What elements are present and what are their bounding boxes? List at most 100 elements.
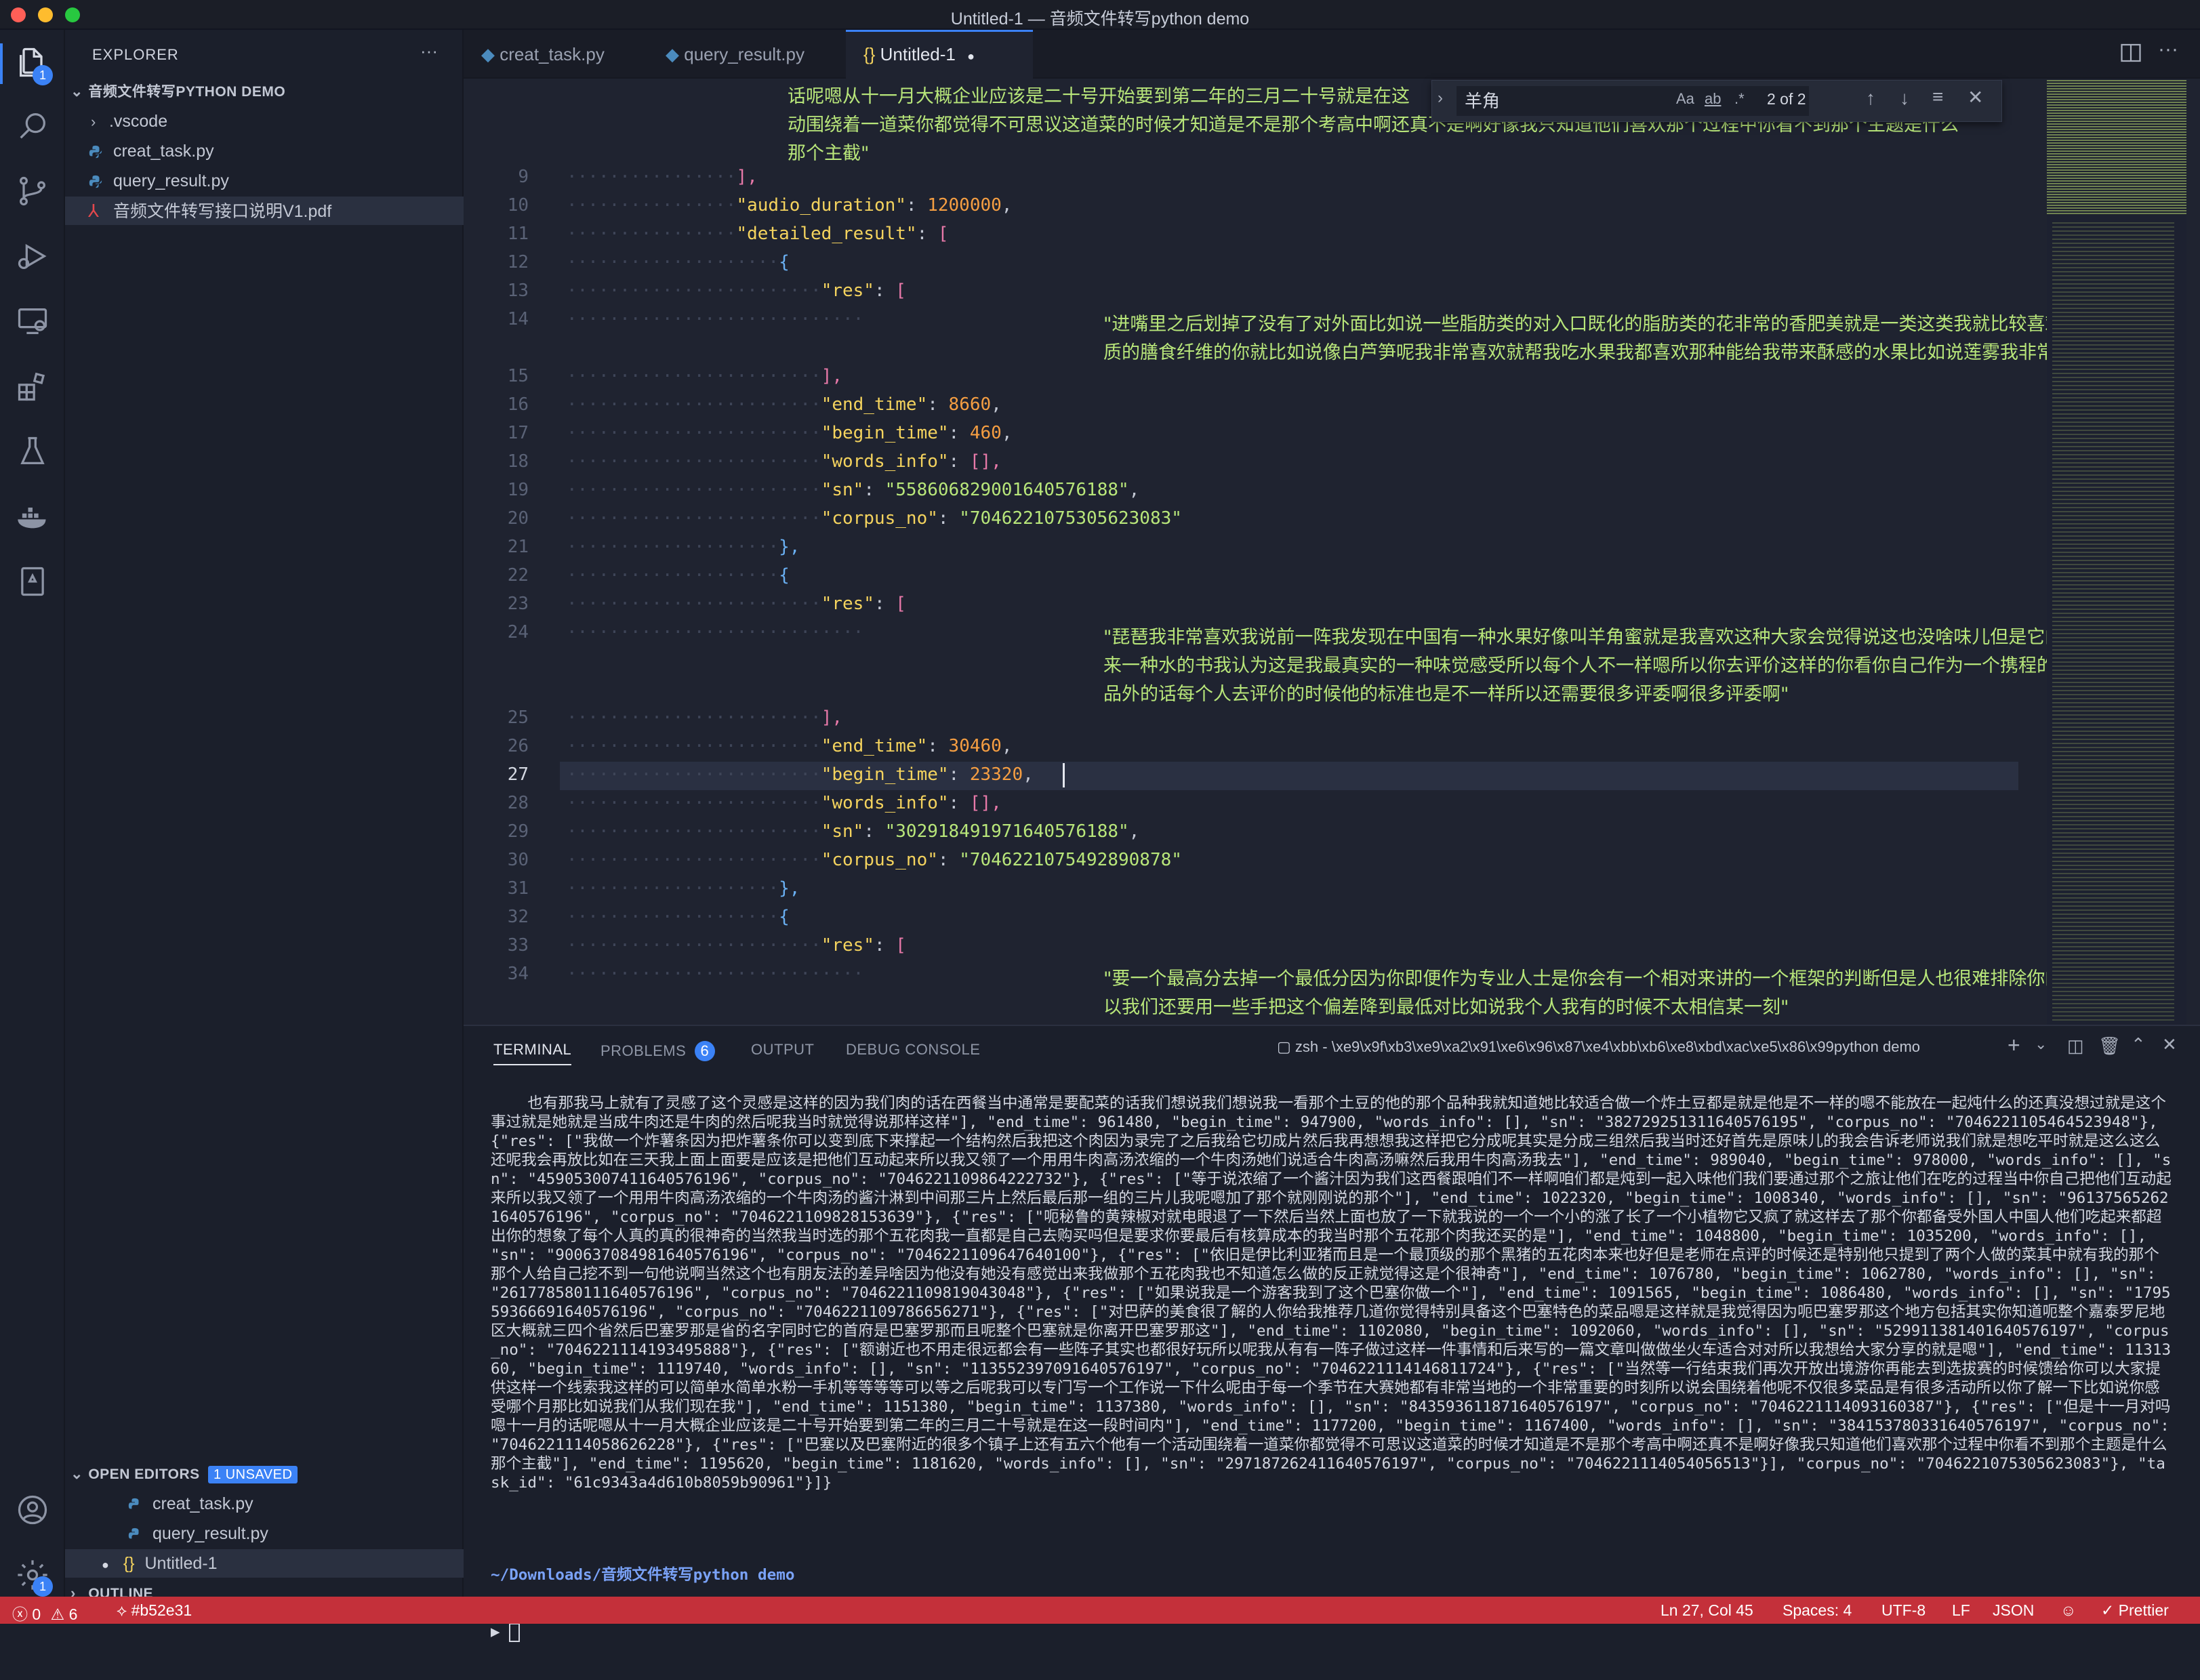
indent-guides: ················ <box>567 224 737 244</box>
code-line: ····················{ <box>567 565 790 586</box>
bracket: ], <box>736 167 758 187</box>
remote-explorer-icon[interactable] <box>15 304 50 339</box>
file-item-query-result[interactable]: query_result.py <box>65 167 485 195</box>
tab-terminal[interactable]: TERMINAL <box>493 1041 572 1065</box>
warning-icon: ⚠ <box>50 1605 65 1623</box>
indent-guides: ···························· <box>567 622 864 642</box>
code-line: ························], <box>567 366 842 386</box>
feedback-icon[interactable]: ☺ <box>2060 1601 2076 1620</box>
next-match-icon[interactable]: ↓ <box>1900 87 1909 109</box>
line-number: 22 <box>507 565 529 586</box>
prettier-status[interactable]: ✓ Prettier <box>2101 1601 2169 1620</box>
formatter-label: Prettier <box>2118 1601 2169 1619</box>
minimap[interactable] <box>2047 79 2186 1025</box>
tab-creat-task[interactable]: ◆ creat_task.py <box>464 30 664 79</box>
code-editor[interactable]: 话呢嗯从十一月大概企业应该是二十号开始要到第二年的三月二十号就是在这 动围绕着一… <box>464 79 2200 1025</box>
code-line: ················], <box>567 167 758 187</box>
string-value: "琵琶我非常喜欢我说前一阵我发现在中国有一种水果好像叫羊角蜜就是我喜欢这种大家会… <box>1103 627 2174 648</box>
git-commit-status[interactable]: ⟡ #b52e31 <box>117 1601 192 1620</box>
bracket: { <box>779 252 790 272</box>
more-actions-icon[interactable]: ··· <box>2158 38 2178 61</box>
json-key: "words_info" <box>821 793 949 813</box>
string-value: 来一种水的书我认为这是我最真实的一种味觉感受所以每个人不一样嗯所以你去评价这样的… <box>1103 655 2183 676</box>
terminal-cursor <box>509 1622 521 1642</box>
match-case-button[interactable]: Aa <box>1676 90 1694 108</box>
tab-problems[interactable]: PROBLEMS 6 <box>600 1041 715 1061</box>
code-line: ···························· <box>567 309 863 329</box>
code-line: ························"end_time": 3046… <box>567 736 1012 756</box>
regex-button[interactable]: .* <box>1734 90 1745 108</box>
cursor-position[interactable]: Ln 27, Col 45 <box>1661 1601 1753 1620</box>
tab-label: Untitled-1 <box>880 44 956 64</box>
terminal-output[interactable]: 也有那我马上就有了灵感了这个灵感是这样的因为我们肉的话在西餐当中通常是要配菜的话… <box>491 1075 2172 1680</box>
notes-icon[interactable] <box>15 564 50 599</box>
code-line: ················"audio_duration": 120000… <box>567 195 1012 216</box>
json-file-icon: {} <box>863 44 876 64</box>
docker-icon[interactable] <box>15 499 50 534</box>
split-terminal-icon[interactable]: ◫ <box>2067 1036 2084 1057</box>
language-mode[interactable]: JSON <box>1993 1601 2034 1620</box>
tab-untitled[interactable]: {} Untitled-1 ● <box>846 30 1033 81</box>
json-key: "begin_time" <box>821 764 949 785</box>
open-editor-creat-task[interactable]: creat_task.py <box>65 1490 525 1518</box>
indent-guides: ························ <box>567 736 821 756</box>
tab-output[interactable]: OUTPUT <box>751 1041 814 1059</box>
line-number: 20 <box>507 508 529 529</box>
json-value: 30460 <box>948 736 1002 756</box>
json-value: [], <box>969 793 1002 813</box>
editor-tabs: ◆ creat_task.py ◆ query_result.py {} Unt… <box>464 30 2200 81</box>
trash-icon[interactable]: 🗑 <box>2098 1036 2121 1057</box>
whole-word-button[interactable]: ab <box>1705 90 1721 108</box>
new-terminal-icon[interactable]: + <box>2008 1033 2020 1058</box>
project-folder[interactable]: ⌄ 音频文件转写PYTHON DEMO <box>65 77 468 106</box>
file-label: creat_task.py <box>113 142 214 161</box>
maximize-panel-icon[interactable]: ⌃ <box>2131 1034 2146 1055</box>
tab-debug-console[interactable]: DEBUG CONSOLE <box>846 1041 980 1059</box>
file-item-pdf[interactable]: ⅄ 音频文件转写接口说明V1.pdf <box>65 197 485 225</box>
line-number: 12 <box>507 252 529 272</box>
indent-guides: ···················· <box>567 878 779 899</box>
code-line: ························"words_info": []… <box>567 451 1002 472</box>
source-control-icon[interactable] <box>15 173 50 209</box>
problems-status[interactable]: ⓧ 0 ⚠ 6 <box>12 1601 77 1624</box>
file-item-creat-task[interactable]: creat_task.py <box>65 137 485 165</box>
open-editor-query-result[interactable]: query_result.py <box>65 1519 525 1548</box>
comma: , <box>991 394 1002 415</box>
indent-guides: ························ <box>567 281 821 301</box>
unsaved-dot-icon[interactable]: ● <box>967 49 975 63</box>
line-number: 29 <box>507 821 529 842</box>
find-in-selection-icon[interactable]: ≡ <box>1932 86 1943 108</box>
terminal-prompt: ▶ <box>491 1623 500 1641</box>
open-editor-untitled[interactable]: ● {} Untitled-1 <box>65 1549 499 1578</box>
line-number: 17 <box>507 423 529 443</box>
colon: : <box>927 736 949 756</box>
tab-label: PROBLEMS <box>600 1042 687 1059</box>
account-icon[interactable] <box>15 1492 50 1528</box>
close-panel-icon[interactable]: ✕ <box>2162 1034 2177 1055</box>
extensions-icon[interactable] <box>15 369 50 404</box>
open-editors-section[interactable]: ⌄ OPEN EDITORS 1 UNSAVED <box>65 1460 468 1488</box>
code-line: ························"res": [ <box>567 281 906 301</box>
toggle-replace-icon[interactable]: › <box>1438 89 1443 108</box>
colon: : <box>937 508 960 529</box>
run-debug-icon[interactable] <box>15 239 50 274</box>
split-editor-icon[interactable] <box>2119 41 2143 65</box>
tab-query-result[interactable]: ◆ query_result.py <box>648 30 862 79</box>
search-icon[interactable] <box>15 108 50 144</box>
eol-status[interactable]: LF <box>1952 1601 1970 1620</box>
file-item-vscode[interactable]: › .vscode <box>65 107 488 136</box>
indent-guides: ························ <box>567 508 821 529</box>
indent-guides: ························ <box>567 850 821 870</box>
close-icon[interactable]: ✕ <box>1968 86 1983 108</box>
encoding-status[interactable]: UTF-8 <box>1881 1601 1926 1620</box>
chevron-down-icon[interactable]: ⌄ <box>2035 1036 2047 1053</box>
indentation-status[interactable]: Spaces: 4 <box>1783 1601 1852 1620</box>
terminal-selector[interactable]: ▢ zsh - \xe9\x9f\xb3\xe9\xa2\x91\xe6\x96… <box>1277 1038 1955 1056</box>
json-key: "detailed_result" <box>736 224 917 244</box>
indent-guides: ························ <box>567 423 821 443</box>
testing-icon[interactable] <box>15 434 50 469</box>
previous-match-icon[interactable]: ↑ <box>1866 87 1875 109</box>
explorer-more-button[interactable]: ··· <box>420 41 438 62</box>
find-input[interactable]: 羊角 <box>1457 86 1809 116</box>
comma: , <box>1128 821 1140 842</box>
